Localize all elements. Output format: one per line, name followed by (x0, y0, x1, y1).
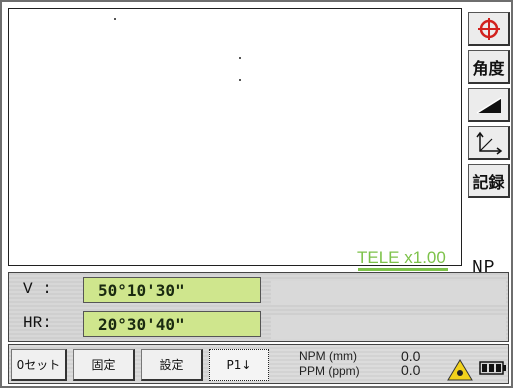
hr-value: 20°30'40" (83, 311, 261, 337)
page-button[interactable]: P1↓ (209, 349, 269, 381)
angle-readout: V : 50°10'30" HR: 20°30'40" (8, 272, 509, 342)
zoom-bar (358, 268, 448, 271)
constants-labels: NPM (mm) PPM (ppm) (299, 349, 360, 379)
bottom-bar: 0セット 固定 設定 P1↓ NPM (mm) PPM (ppm) 0.0 0.… (8, 344, 509, 384)
v-value: 50°10'30" (83, 277, 261, 303)
v-label: V : (23, 280, 52, 298)
zero-set-button[interactable]: 0セット (11, 349, 67, 381)
telescope-view (8, 8, 462, 266)
settings-button[interactable]: 設定 (141, 349, 203, 381)
ppm-label: PPM (ppm) (299, 364, 360, 378)
hr-row-bar (271, 315, 506, 339)
axes-icon (475, 131, 502, 155)
npm-value: 0.0 (401, 348, 421, 364)
record-button[interactable]: 記録 (468, 164, 510, 198)
crosshair-icon (477, 17, 500, 40)
right-toolbar: 角度 記録 (468, 12, 512, 202)
slope-button[interactable] (468, 88, 510, 122)
zoom-label: TELE x1.00 (357, 248, 446, 267)
target-button[interactable] (468, 12, 510, 46)
horizontal-angle-row: HR: 20°30'40" (13, 309, 508, 339)
v-row-bar (271, 281, 506, 305)
view-speck (239, 79, 241, 81)
hr-label: HR: (23, 314, 52, 332)
vertical-angle-row: V : 50°10'30" (13, 275, 508, 305)
angle-button-label: 角度 (472, 58, 505, 78)
hold-button[interactable]: 固定 (73, 349, 135, 381)
ppm-value: 0.0 (401, 362, 421, 378)
slope-icon (476, 96, 501, 114)
battery-icon (479, 361, 506, 375)
angle-button[interactable]: 角度 (468, 50, 510, 84)
record-button-label: 記録 (472, 172, 505, 192)
npm-label: NPM (mm) (299, 349, 357, 363)
view-speck (239, 57, 241, 59)
laser-warning-icon (447, 359, 473, 381)
instrument-screen: TELE x1.00 NP 角度 記録 V: 50°10'30" HR: 20… (0, 0, 513, 388)
constants-values: 0.0 0.0 (401, 349, 420, 377)
view-speck (114, 18, 116, 20)
coordinate-button[interactable] (468, 126, 510, 160)
